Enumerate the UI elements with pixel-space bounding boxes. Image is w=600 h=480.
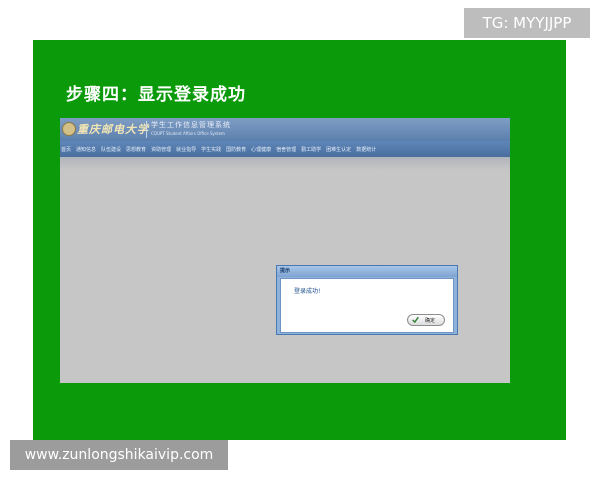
nav-shadow [60, 157, 510, 170]
nav-item-education[interactable]: 思想教育 [126, 146, 146, 153]
university-name: 重庆邮电大学 [77, 123, 149, 136]
ok-button-label: 确定 [425, 318, 436, 324]
dialog-message: 登录成功! [294, 288, 321, 295]
nav-item-employment[interactable]: 就业指导 [176, 146, 196, 153]
nav-item-notices[interactable]: 通知信息 [76, 146, 96, 153]
nav-item-psychology[interactable]: 心理健康 [251, 146, 271, 153]
header-divider [146, 121, 147, 138]
watermark-tg: TG: MYYJJPP [464, 8, 590, 38]
app-header: 重庆邮电大学 学生工作信息管理系统 CQUPT Student Affairs … [60, 118, 510, 141]
dialog-body: 登录成功! 确定 [280, 278, 454, 333]
check-icon [412, 316, 419, 324]
nav-item-practice[interactable]: 学生实践 [201, 146, 221, 153]
watermark-site: www.zunlongshikaivip.com [10, 440, 228, 470]
nav-item-defense[interactable]: 国防教育 [226, 146, 246, 153]
login-result-screenshot: 重庆邮电大学 学生工作信息管理系统 CQUPT Student Affairs … [60, 118, 510, 383]
nav-item-hardship[interactable]: 困难生认定 [326, 146, 351, 153]
nav-item-statistics[interactable]: 数据统计 [356, 146, 376, 153]
system-name: 学生工作信息管理系统 [151, 121, 231, 129]
nav-item-dormitory[interactable]: 宿舍管理 [276, 146, 296, 153]
system-name-english: CQUPT Student Affairs Office System [151, 131, 225, 136]
nav-item-home[interactable]: 首页 [61, 146, 71, 153]
login-success-dialog: 提示 登录成功! 确定 [276, 265, 458, 335]
dialog-titlebar[interactable]: 提示 [277, 266, 457, 277]
nav-item-aid[interactable]: 资助管理 [151, 146, 171, 153]
university-emblem-icon [62, 122, 76, 136]
main-nav: 首页 通知信息 队伍建设 思想教育 资助管理 就业指导 学生实践 国防教育 心理… [60, 141, 510, 157]
dialog-title: 提示 [280, 268, 291, 274]
nav-item-team[interactable]: 队伍建设 [101, 146, 121, 153]
slide-background: 步骤四：显示登录成功 重庆邮电大学 学生工作信息管理系统 CQUPT Stude… [33, 40, 566, 440]
step-title: 步骤四：显示登录成功 [66, 85, 246, 105]
nav-item-work-study[interactable]: 勤工助学 [301, 146, 321, 153]
ok-button[interactable]: 确定 [407, 314, 445, 326]
